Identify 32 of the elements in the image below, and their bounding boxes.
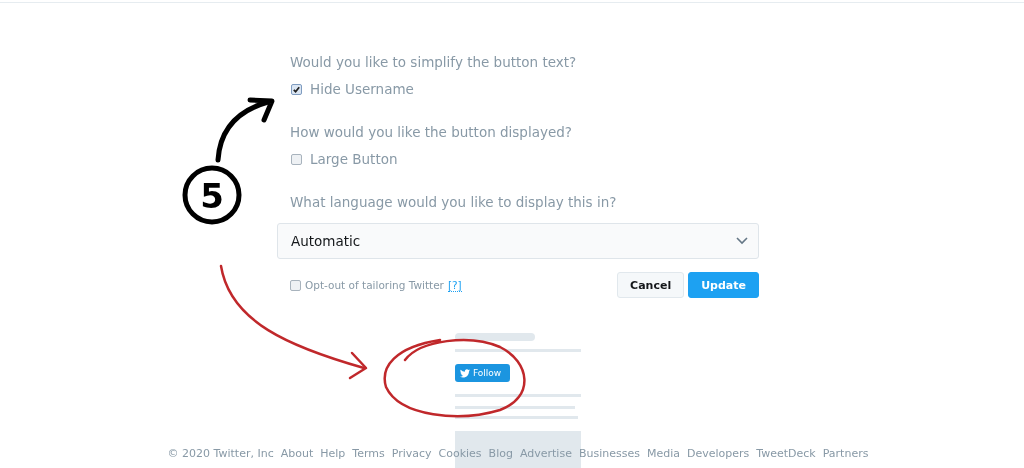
checkbox[interactable]: [291, 83, 302, 95]
cancel-button[interactable]: Cancel: [617, 272, 685, 298]
footer-link[interactable]: Cookies: [438, 447, 482, 460]
footer-link[interactable]: Media: [646, 447, 680, 460]
annotation-number: 5: [200, 176, 224, 216]
language-dropdown[interactable]: Automatic: [277, 223, 759, 259]
question-text: Would you like to simplify the button text?: [289, 53, 578, 72]
checkbox-label: Large Button: [310, 151, 398, 167]
help-link[interactable]: [?]: [447, 278, 462, 292]
footer-link[interactable]: Privacy: [391, 447, 432, 460]
checkbox[interactable]: [290, 279, 301, 291]
checkbox-label: Opt-out of tailoring Twitter: [305, 279, 444, 291]
annotation-arrow: [215, 97, 275, 163]
footer-link[interactable]: Partners: [822, 447, 869, 460]
footer-link[interactable]: Terms: [352, 447, 385, 460]
question-text: How would you like the button displayed?: [289, 123, 573, 142]
chevron-down-icon: [736, 237, 748, 245]
footer-link[interactable]: Developers: [687, 447, 750, 460]
annotation-circle: [182, 165, 242, 225]
copyright-text: © 2020 Twitter, Inc: [167, 447, 274, 460]
checkbox[interactable]: [291, 153, 302, 165]
footer-link[interactable]: Blog: [488, 447, 513, 460]
footer-link[interactable]: Advertise: [519, 447, 572, 460]
footer-link[interactable]: TweetDeck: [756, 447, 816, 460]
footer-link[interactable]: About: [280, 447, 314, 460]
footer-link[interactable]: Help: [320, 447, 346, 460]
question-text: What language would you like to display this in?: [289, 193, 618, 212]
follow-button[interactable]: Follow: [455, 364, 510, 382]
bird-icon: [460, 368, 470, 378]
footer-link[interactable]: Businesses: [578, 447, 640, 460]
checkbox-label: Hide Username: [310, 81, 414, 97]
update-button[interactable]: Update: [688, 272, 759, 298]
